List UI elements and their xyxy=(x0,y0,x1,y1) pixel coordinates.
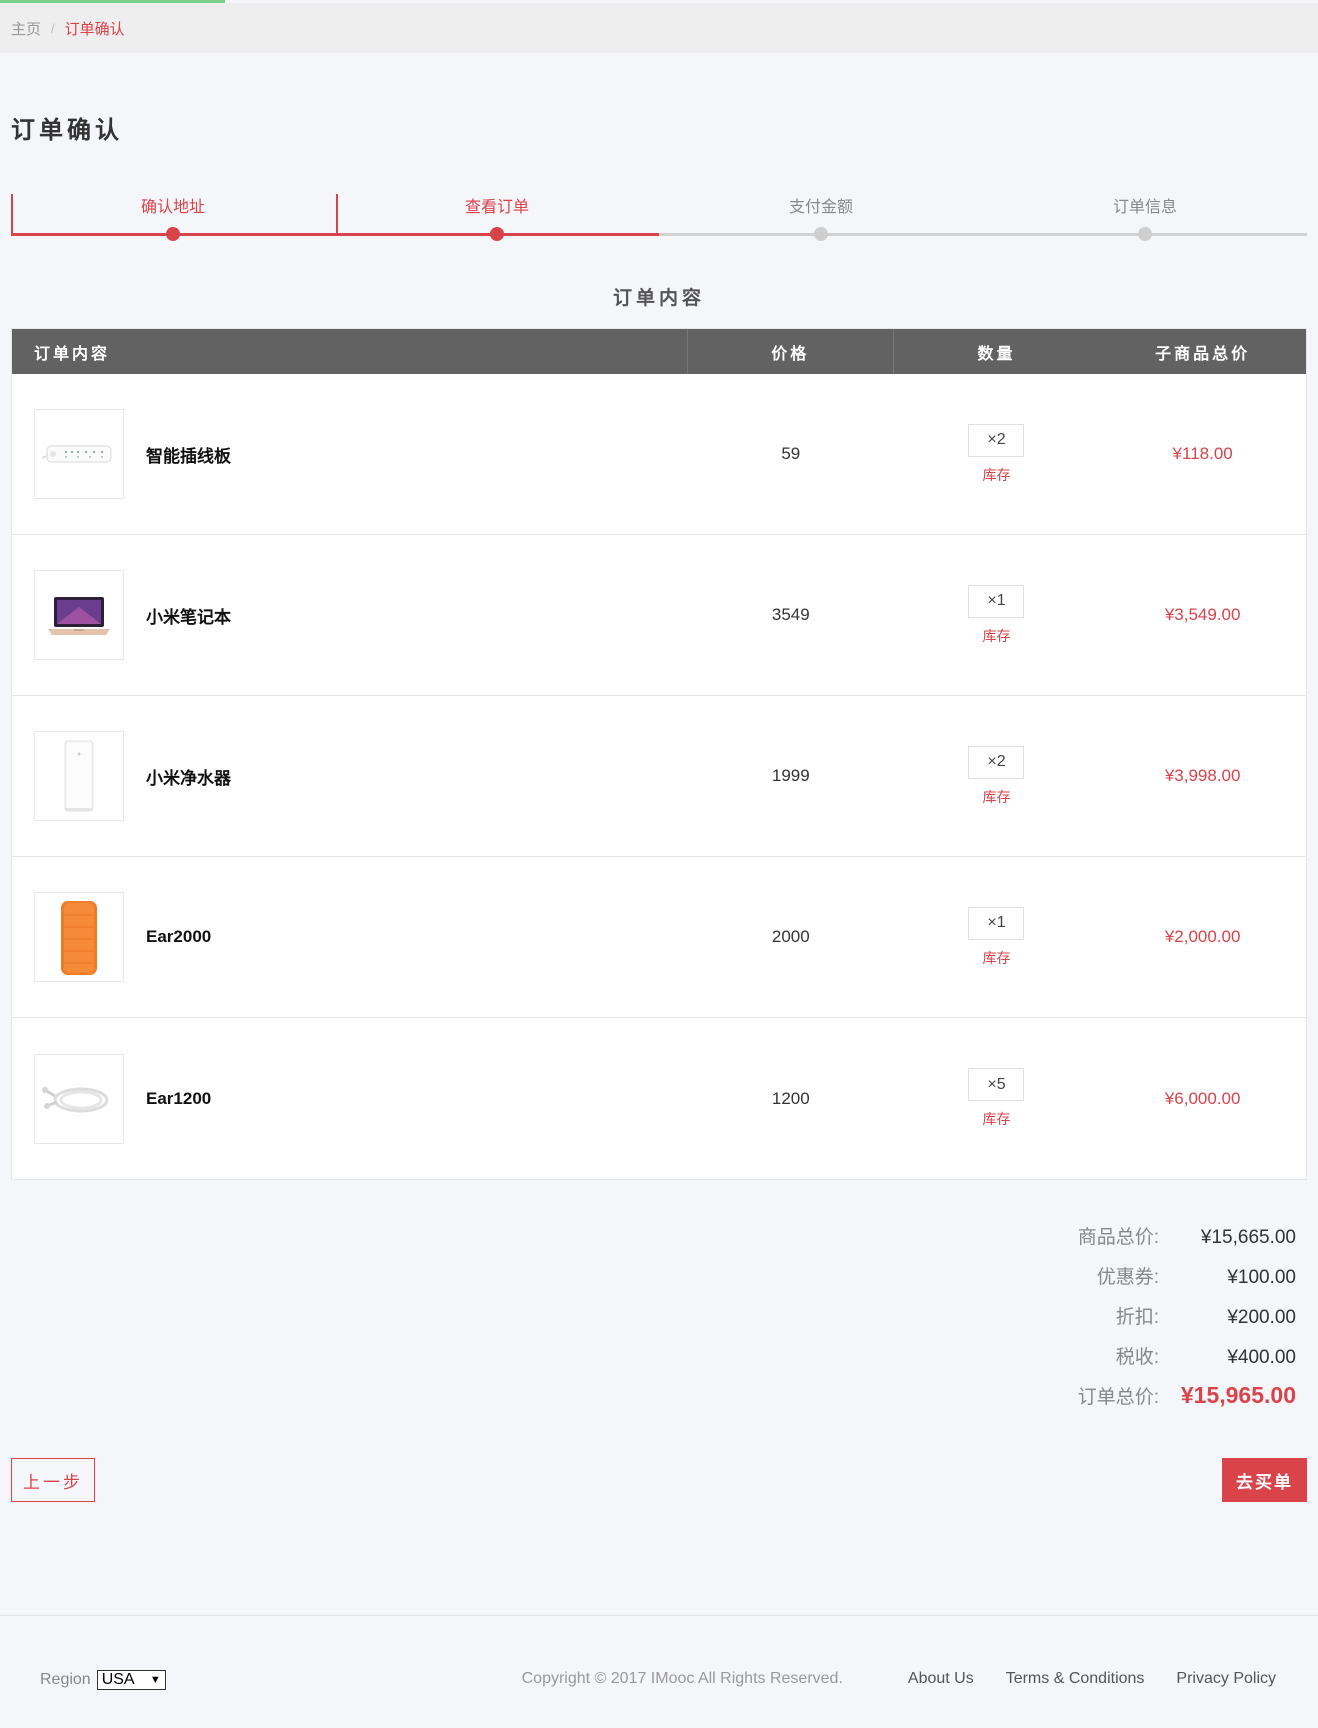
summary-label: 优惠券: xyxy=(1096,1267,1159,1288)
summary-order-total: 订单总价: ¥15,965.00 xyxy=(999,1382,1296,1422)
summary-label: 订单总价: xyxy=(1077,1387,1159,1408)
table-row: Ear1200 1200 ×5 库存 ¥6,000.00 xyxy=(12,1018,1306,1179)
product-name[interactable]: 小米笔记本 xyxy=(146,603,231,628)
order-table: 订单内容 价格 数量 子商品总价 智能插线板 59 ×2 库存 ¥118.00 xyxy=(11,328,1307,1180)
earphone-icon[interactable] xyxy=(34,1053,124,1144)
product-name[interactable]: 小米净水器 xyxy=(146,764,231,789)
table-row: 小米净水器 1999 ×2 库存 ¥3,998.00 xyxy=(12,696,1306,857)
footer: Region USA ▼ Copyright © 2017 IMooc All … xyxy=(0,1615,1318,1728)
product-name[interactable]: Ear1200 xyxy=(146,1089,211,1109)
step-order-info[interactable]: 订单信息 xyxy=(983,190,1307,241)
speaker-icon[interactable] xyxy=(34,892,124,982)
page-title: 订单确认 xyxy=(11,117,123,144)
quantity-display: ×2 xyxy=(968,423,1025,457)
water-purifier-icon[interactable] xyxy=(34,731,124,821)
breadcrumb: 主页 / 订单确认 xyxy=(0,3,1318,53)
step-dot xyxy=(814,227,828,241)
checkout-button[interactable]: 去买单 xyxy=(1222,1458,1307,1502)
footer-links: Copyright © 2017 IMooc All Rights Reserv… xyxy=(522,1670,1276,1688)
product-name[interactable]: Ear2000 xyxy=(146,927,211,947)
product-price: 2000 xyxy=(771,927,810,946)
step-label: 支付金额 xyxy=(788,199,853,216)
header-name: 订单内容 xyxy=(12,329,688,374)
region-label: Region xyxy=(40,1671,91,1688)
summary-tax: 税收: ¥400.00 xyxy=(999,1342,1296,1382)
quantity-display: ×1 xyxy=(968,906,1025,940)
power-strip-icon[interactable] xyxy=(34,409,124,499)
step-divider xyxy=(11,194,13,234)
row-subtotal: ¥2,000.00 xyxy=(1164,927,1241,946)
summary-label: 商品总价: xyxy=(1077,1227,1159,1248)
stock-label: 库存 xyxy=(982,949,1011,966)
product-name[interactable]: 智能插线板 xyxy=(146,442,231,467)
step-label: 查看订单 xyxy=(464,199,529,216)
summary-coupon: 优惠券: ¥100.00 xyxy=(999,1262,1296,1302)
summary-goods-total: 商品总价: ¥15,665.00 xyxy=(999,1222,1296,1262)
step-label: 确认地址 xyxy=(140,199,205,216)
table-row: 智能插线板 59 ×2 库存 ¥118.00 xyxy=(12,374,1306,535)
step-divider xyxy=(336,194,338,234)
footer-link-terms[interactable]: Terms & Conditions xyxy=(1006,1670,1145,1688)
quantity-display: ×5 xyxy=(968,1068,1025,1101)
section-title: 订单内容 xyxy=(612,288,705,309)
stock-label: 库存 xyxy=(982,1111,1011,1127)
stock-label: 库存 xyxy=(982,466,1011,483)
region-selector: Region USA ▼ xyxy=(40,1670,166,1690)
footer-link-privacy[interactable]: Privacy Policy xyxy=(1176,1670,1276,1688)
header-price: 价格 xyxy=(688,329,894,374)
laptop-icon[interactable] xyxy=(34,570,124,660)
product-price: 1999 xyxy=(771,766,810,785)
summary-value: ¥100.00 xyxy=(1227,1267,1296,1288)
quantity-display: ×2 xyxy=(968,745,1025,779)
summary-discount: 折扣: ¥200.00 xyxy=(999,1302,1296,1342)
step-dot xyxy=(166,227,180,241)
summary-total-value: ¥15,965.00 xyxy=(1180,1382,1296,1408)
order-summary: 商品总价: ¥15,665.00 优惠券: ¥100.00 折扣: ¥200.0… xyxy=(999,1222,1296,1422)
region-select[interactable]: USA ▼ xyxy=(96,1670,166,1690)
summary-value: ¥15,665.00 xyxy=(1200,1227,1296,1248)
step-confirm-address[interactable]: 确认地址 xyxy=(11,190,335,241)
header-subtotal: 子商品总价 xyxy=(1155,345,1251,363)
checkout-steps: 确认地址 查看订单 支付金额 订单信息 xyxy=(11,190,1307,241)
row-subtotal: ¥3,549.00 xyxy=(1164,605,1241,624)
row-subtotal: ¥3,998.00 xyxy=(1164,766,1241,785)
breadcrumb-home-link[interactable]: 主页 xyxy=(11,18,41,39)
summary-value: ¥200.00 xyxy=(1227,1307,1296,1328)
region-value: USA xyxy=(101,1671,135,1688)
product-price: 59 xyxy=(781,444,801,463)
table-header: 订单内容 价格 数量 子商品总价 xyxy=(12,329,1306,374)
copyright-text: Copyright © 2017 IMooc All Rights Reserv… xyxy=(521,1670,843,1687)
summary-value: ¥400.00 xyxy=(1227,1347,1296,1368)
table-row: Ear2000 2000 ×1 库存 ¥2,000.00 xyxy=(12,857,1306,1018)
stock-label: 库存 xyxy=(982,627,1011,644)
step-pay-amount[interactable]: 支付金额 xyxy=(659,190,983,241)
step-label: 订单信息 xyxy=(1112,199,1177,216)
step-dot xyxy=(1138,227,1152,241)
product-price: 3549 xyxy=(771,605,810,624)
footer-link-about[interactable]: About Us xyxy=(908,1670,974,1688)
breadcrumb-separator: / xyxy=(51,20,55,36)
row-subtotal: ¥118.00 xyxy=(1172,444,1233,463)
header-qty: 数量 xyxy=(977,345,1016,363)
stock-label: 库存 xyxy=(982,788,1011,805)
step-dot xyxy=(490,227,504,241)
summary-label: 税收: xyxy=(1115,1347,1159,1368)
summary-label: 折扣: xyxy=(1115,1307,1159,1328)
row-subtotal: ¥6,000.00 xyxy=(1164,1088,1241,1108)
step-view-order[interactable]: 查看订单 xyxy=(335,190,659,241)
previous-step-button[interactable]: 上一步 xyxy=(11,1458,95,1502)
product-price: 1200 xyxy=(771,1088,810,1108)
breadcrumb-current: 订单确认 xyxy=(64,20,125,38)
quantity-display: ×1 xyxy=(968,584,1025,618)
chevron-down-icon: ▼ xyxy=(149,1674,161,1686)
table-row: 小米笔记本 3549 ×1 库存 ¥3,549.00 xyxy=(12,535,1306,696)
